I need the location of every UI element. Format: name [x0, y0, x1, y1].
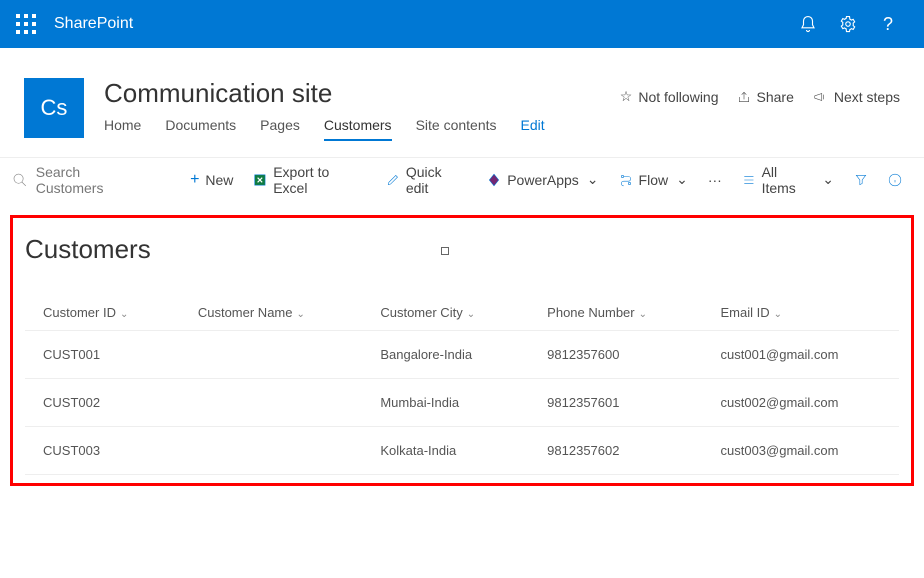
- chevron-down-icon: ⌄: [120, 309, 128, 320]
- chevron-down-icon: ⌄: [822, 171, 834, 188]
- chevron-down-icon: ⌄: [639, 309, 647, 320]
- info-icon: [888, 173, 902, 187]
- col-customer-id[interactable]: Customer ID⌄: [25, 295, 180, 331]
- chevron-down-icon: ⌄: [676, 171, 688, 188]
- plus-icon: +: [190, 171, 199, 189]
- col-customer-city[interactable]: Customer City⌄: [362, 295, 529, 331]
- powerapps-button[interactable]: PowerApps⌄: [477, 171, 608, 188]
- list-title: Customers: [25, 234, 899, 265]
- new-button[interactable]: +New: [180, 171, 243, 189]
- filter-button[interactable]: [844, 173, 878, 187]
- nav-home[interactable]: Home: [104, 117, 141, 141]
- cell-name: [180, 379, 363, 427]
- chevron-down-icon: ⌄: [467, 309, 475, 320]
- cell-phone: 9812357602: [529, 427, 702, 475]
- cell-city: Kolkata-India: [362, 427, 529, 475]
- cell-id: CUST001: [25, 331, 180, 379]
- cell-name: [180, 427, 363, 475]
- col-phone[interactable]: Phone Number⌄: [529, 295, 702, 331]
- cell-phone: 9812357600: [529, 331, 702, 379]
- site-logo: Cs: [24, 78, 84, 138]
- nav-edit[interactable]: Edit: [521, 117, 545, 141]
- export-button[interactable]: Export to Excel: [243, 164, 376, 196]
- nav-documents[interactable]: Documents: [165, 117, 236, 141]
- settings-icon[interactable]: [828, 4, 868, 44]
- nav-customers[interactable]: Customers: [324, 117, 392, 141]
- excel-icon: [253, 173, 267, 187]
- quick-edit-button[interactable]: Quick edit: [376, 164, 477, 196]
- more-button[interactable]: ···: [698, 172, 732, 188]
- search-icon: [12, 172, 28, 188]
- resize-handle-icon: [441, 247, 449, 255]
- customers-table: Customer ID⌄ Customer Name⌄ Customer Cit…: [25, 295, 899, 475]
- cell-email: cust003@gmail.com: [703, 427, 900, 475]
- pencil-icon: [386, 173, 400, 187]
- follow-button[interactable]: ☆Not following: [620, 88, 719, 105]
- flow-button[interactable]: Flow⌄: [609, 171, 698, 188]
- cell-email: cust002@gmail.com: [703, 379, 900, 427]
- chevron-down-icon: ⌄: [587, 171, 599, 188]
- cell-phone: 9812357601: [529, 379, 702, 427]
- col-customer-name[interactable]: Customer Name⌄: [180, 295, 363, 331]
- cell-id: CUST002: [25, 379, 180, 427]
- brand-label: SharePoint: [54, 15, 133, 33]
- megaphone-icon: [812, 90, 828, 104]
- ellipsis-icon: ···: [708, 172, 722, 188]
- share-button[interactable]: Share: [737, 89, 794, 105]
- col-email[interactable]: Email ID⌄: [703, 295, 900, 331]
- view-selector[interactable]: All Items⌄: [732, 164, 844, 196]
- table-row[interactable]: CUST001 Bangalore-India 9812357600 cust0…: [25, 331, 899, 379]
- info-button[interactable]: [878, 173, 912, 187]
- share-icon: [737, 90, 751, 104]
- highlighted-region: Customers Customer ID⌄ Customer Name⌄ Cu…: [10, 215, 914, 486]
- filter-icon: [854, 173, 868, 187]
- cell-name: [180, 331, 363, 379]
- notifications-icon[interactable]: [788, 4, 828, 44]
- cell-city: Mumbai-India: [362, 379, 529, 427]
- nav-site-contents[interactable]: Site contents: [416, 117, 497, 141]
- powerapps-icon: [487, 173, 501, 187]
- list-icon: [742, 173, 756, 187]
- app-launcher-icon[interactable]: [16, 14, 36, 34]
- cell-city: Bangalore-India: [362, 331, 529, 379]
- flow-icon: [619, 173, 633, 187]
- chevron-down-icon: ⌄: [774, 309, 782, 320]
- table-row[interactable]: CUST002 Mumbai-India 9812357601 cust002@…: [25, 379, 899, 427]
- star-icon: ☆: [620, 88, 633, 105]
- next-steps-button[interactable]: Next steps: [812, 89, 900, 105]
- cell-email: cust001@gmail.com: [703, 331, 900, 379]
- search-input[interactable]: Search Customers: [12, 164, 180, 196]
- chevron-down-icon: ⌄: [296, 309, 304, 320]
- cell-id: CUST003: [25, 427, 180, 475]
- site-title: Communication site: [104, 78, 545, 109]
- help-icon[interactable]: ?: [868, 4, 908, 44]
- table-row[interactable]: CUST003 Kolkata-India 9812357602 cust003…: [25, 427, 899, 475]
- nav-pages[interactable]: Pages: [260, 117, 300, 141]
